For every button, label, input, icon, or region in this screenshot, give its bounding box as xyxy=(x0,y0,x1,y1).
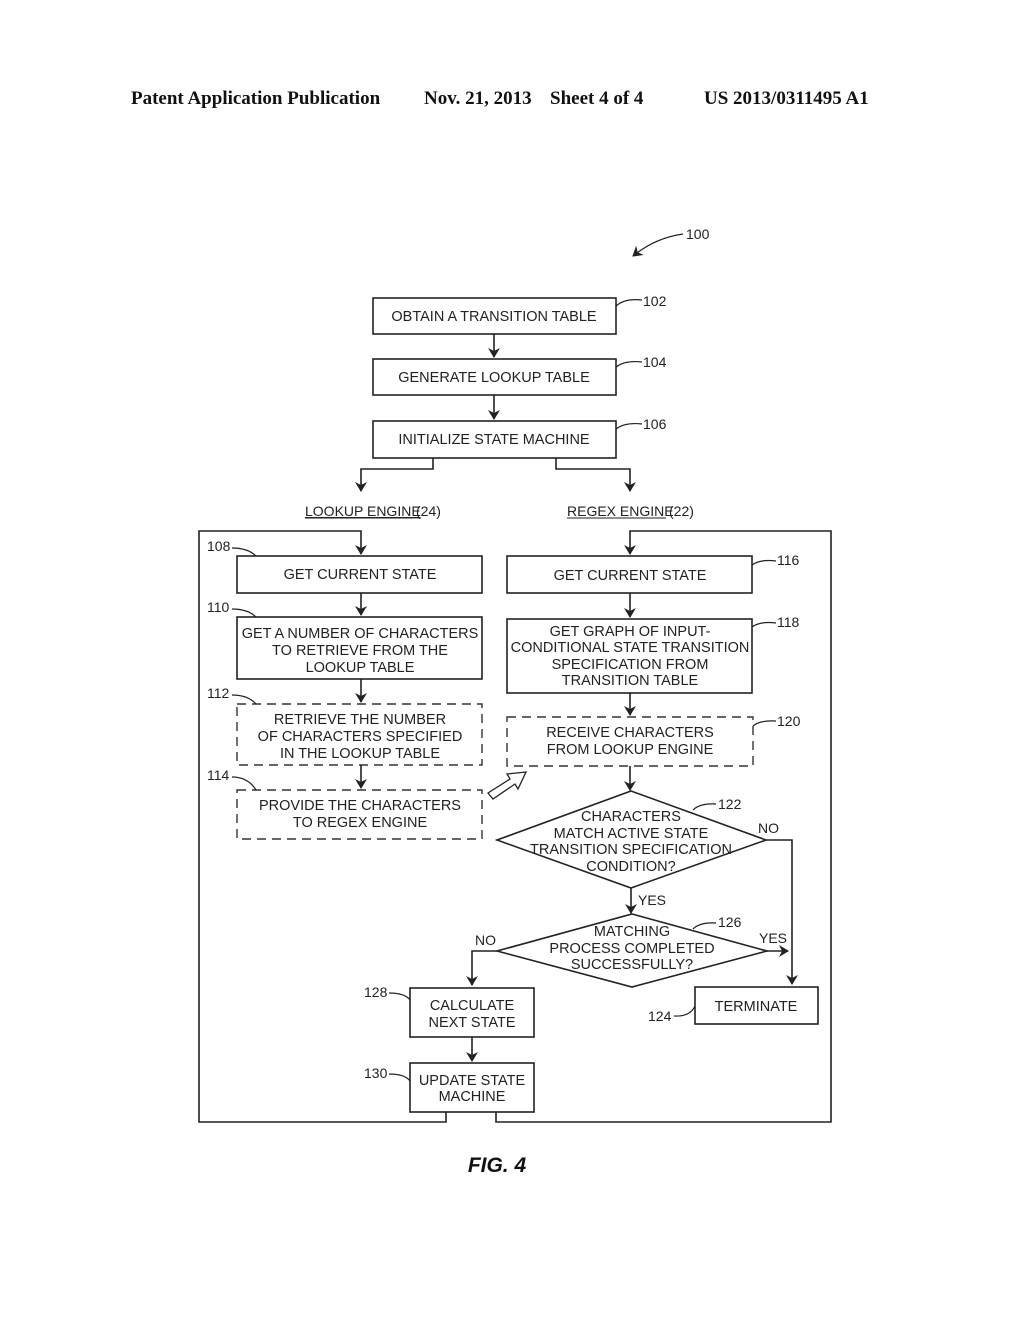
step-118: GET GRAPH OF INPUT- CONDITIONAL STATE TR… xyxy=(506,614,800,694)
ref-108: 108 xyxy=(207,538,231,554)
step-120: RECEIVE CHARACTERS FROM LOOKUP ENGINE 12… xyxy=(506,713,801,767)
step-130: UPDATE STATE MACHINE 130 xyxy=(364,1062,535,1113)
decision-126-text-1: MATCHING xyxy=(594,924,670,940)
step-112-text-2: OF CHARACTERS SPECIFIED xyxy=(258,729,463,745)
ref-100: 100 xyxy=(686,226,710,242)
step-118-text-3: SPECIFICATION FROM xyxy=(552,657,709,673)
step-118-text-4: TRANSITION TABLE xyxy=(562,673,699,689)
step-108: GET CURRENT STATE 108 xyxy=(207,538,483,594)
step-114-text-1: PROVIDE THE CHARACTERS xyxy=(259,798,461,814)
step-120-text-1: RECEIVE CHARACTERS xyxy=(546,725,714,741)
lookup-engine-ref: (24) xyxy=(416,503,441,519)
step-112-text-1: RETRIEVE THE NUMBER xyxy=(274,712,446,728)
step-110-text-1: GET A NUMBER OF CHARACTERS xyxy=(242,626,479,642)
regex-engine-label: REGEX ENGINE xyxy=(567,503,674,519)
lane-label-regex: REGEX ENGINE (22) xyxy=(567,503,694,519)
ref-120: 120 xyxy=(777,713,801,729)
ref-124: 124 xyxy=(648,1008,672,1024)
arrow-126-no-128 xyxy=(466,950,497,986)
step-110-text-3: LOOKUP TABLE xyxy=(306,660,415,676)
decision-122-yes-label: YES xyxy=(638,892,666,908)
step-104-text: GENERATE LOOKUP TABLE xyxy=(398,370,590,386)
step-110-text-2: TO RETRIEVE FROM THE xyxy=(272,643,448,659)
lookup-engine-label: LOOKUP ENGINE xyxy=(305,503,421,519)
decision-126: MATCHING PROCESS COMPLETED SUCCESSFULLY?… xyxy=(475,913,787,988)
ref-118: 118 xyxy=(777,614,800,630)
step-112-text-3: IN THE LOOKUP TABLE xyxy=(280,746,440,762)
ref-126: 126 xyxy=(718,914,742,930)
decision-122-text-1: CHARACTERS xyxy=(581,809,681,825)
step-114: PROVIDE THE CHARACTERS TO REGEX ENGINE 1… xyxy=(207,767,483,840)
step-106-text: INITIALIZE STATE MACHINE xyxy=(398,432,590,448)
decision-122: CHARACTERS MATCH ACTIVE STATE TRANSITION… xyxy=(494,790,779,908)
ref-114: 114 xyxy=(207,767,230,783)
figure-caption: FIG. 4 xyxy=(468,1154,527,1177)
step-102-text: OBTAIN A TRANSITION TABLE xyxy=(391,309,597,325)
step-130-text-2: MACHINE xyxy=(439,1089,506,1105)
step-118-text-1: GET GRAPH OF INPUT- xyxy=(550,624,711,640)
step-116-text: GET CURRENT STATE xyxy=(554,568,707,584)
ref-112: 112 xyxy=(207,685,230,701)
ref-104: 104 xyxy=(643,354,667,370)
step-124-text: TERMINATE xyxy=(715,999,798,1015)
step-128-text-2: NEXT STATE xyxy=(428,1015,515,1031)
flowchart-figure: 100 OBTAIN A TRANSITION TABLE 102 GENERA… xyxy=(198,226,832,1177)
arrow-106-lookup xyxy=(355,458,434,492)
decision-122-text-2: MATCH ACTIVE STATE xyxy=(554,826,709,842)
decision-126-no-label: NO xyxy=(475,932,496,948)
decision-122-text-3: TRANSITION SPECIFICATION xyxy=(530,842,732,858)
step-102: OBTAIN A TRANSITION TABLE 102 xyxy=(372,293,667,335)
step-112: RETRIEVE THE NUMBER OF CHARACTERS SPECIF… xyxy=(207,685,483,766)
lane-label-lookup: LOOKUP ENGINE (24) xyxy=(305,503,441,519)
ref-100-leader: 100 xyxy=(632,226,710,257)
arrow-122-no-terminate xyxy=(766,839,798,985)
step-108-text: GET CURRENT STATE xyxy=(284,567,437,583)
step-104: GENERATE LOOKUP TABLE 104 xyxy=(372,354,667,396)
decision-126-yes-label: YES xyxy=(759,930,787,946)
ref-116: 116 xyxy=(777,552,800,568)
step-118-text-2: CONDITIONAL STATE TRANSITION xyxy=(511,640,750,656)
ref-106: 106 xyxy=(643,416,667,432)
transfer-arrow-icon xyxy=(487,771,528,800)
regex-engine-ref: (22) xyxy=(669,503,694,519)
step-128-text-1: CALCULATE xyxy=(430,998,515,1014)
step-116: GET CURRENT STATE 116 xyxy=(506,552,800,594)
decision-126-text-3: SUCCESSFULLY? xyxy=(571,957,693,973)
step-120-text-2: FROM LOOKUP ENGINE xyxy=(547,742,714,758)
step-114-text-2: TO REGEX ENGINE xyxy=(293,815,428,831)
arrow-106-regex xyxy=(555,458,636,492)
ref-122: 122 xyxy=(718,796,742,812)
decision-126-text-2: PROCESS COMPLETED xyxy=(549,941,714,957)
step-128: CALCULATE NEXT STATE 128 xyxy=(364,984,535,1038)
step-130-text-1: UPDATE STATE xyxy=(419,1073,526,1089)
decision-122-no-label: NO xyxy=(758,820,779,836)
step-106: INITIALIZE STATE MACHINE 106 xyxy=(372,416,667,459)
decision-122-text-4: CONDITION? xyxy=(586,859,675,875)
ref-110: 110 xyxy=(207,599,230,615)
ref-102: 102 xyxy=(643,293,667,309)
step-124: TERMINATE 124 xyxy=(648,986,819,1025)
step-110: GET A NUMBER OF CHARACTERS TO RETRIEVE F… xyxy=(207,599,483,680)
ref-130: 130 xyxy=(364,1065,388,1081)
ref-128: 128 xyxy=(364,984,388,1000)
